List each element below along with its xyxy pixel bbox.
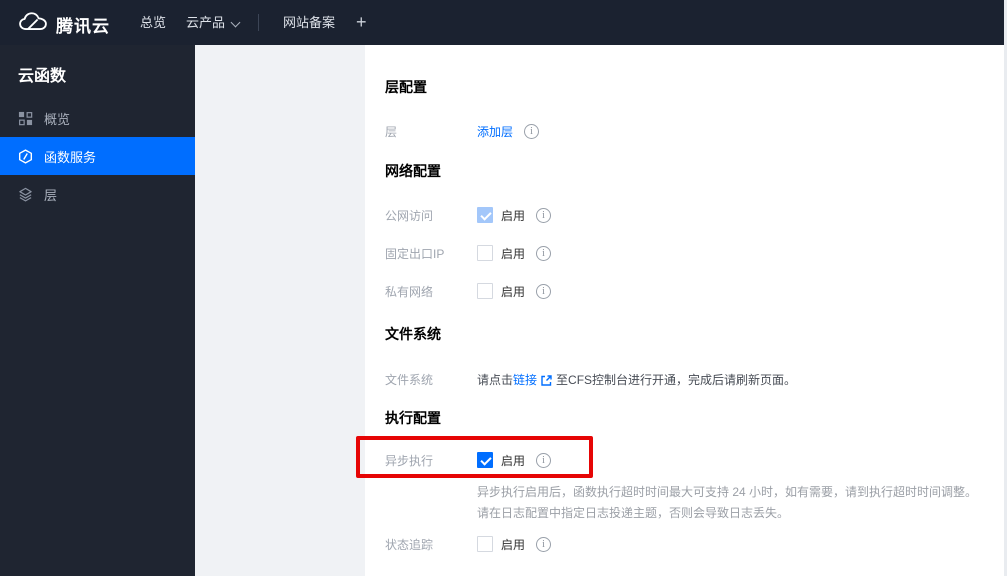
async-execution-checkbox[interactable] [477, 452, 493, 468]
tencent-cloud-logo-icon [19, 12, 47, 31]
sidebar-item-label: 层 [44, 187, 58, 203]
private-network-checkbox[interactable] [477, 283, 493, 299]
enable-label: 启用 [501, 208, 526, 223]
async-description-line1: 异步执行启用后，函数执行超时时间最大可支持 24 小时，如有需要，请到执行超时时… [477, 485, 978, 499]
enable-label: 启用 [501, 453, 526, 468]
sidebar: 云函数 概览 函数服务 层 [0, 45, 195, 576]
top-navigation-bar: 腾讯云 总览 云产品 网站备案 + [0, 0, 1007, 45]
async-execution-description: 异步执行启用后，函数执行超时时间最大可支持 24 小时，如有需要，请到执行超时时… [477, 482, 1002, 524]
info-icon[interactable]: i [536, 245, 552, 261]
section-title-execution-config: 执行配置 [385, 410, 441, 426]
nav-item-cloud-products-label: 云产品 [186, 15, 226, 30]
sidebar-item-function-service[interactable]: 函数服务 [0, 137, 195, 175]
function-icon [18, 148, 33, 164]
sidebar-item-label: 概览 [44, 111, 71, 127]
brand-name[interactable]: 腾讯云 [56, 12, 110, 37]
form-row-public-access: 公网访问 启用 i [385, 203, 552, 227]
nav-item-overview[interactable]: 总览 [140, 0, 166, 45]
add-layer-link[interactable]: 添加层 [477, 123, 513, 140]
field-label-file-system: 文件系统 [385, 372, 434, 387]
section-title-layer-config: 层配置 [385, 79, 427, 95]
fixed-egress-ip-checkbox[interactable] [477, 245, 493, 261]
form-row-layer: 层 添加层 i [385, 119, 540, 143]
async-description-line2: 请在日志配置中指定日志投递主题，否则会导致日志丢失。 [477, 506, 790, 520]
external-link-icon[interactable] [540, 374, 553, 387]
enable-label: 启用 [501, 246, 526, 261]
secondary-panel [195, 45, 365, 576]
field-label-fixed-egress-ip: 固定出口IP [385, 246, 445, 261]
info-icon[interactable]: i [536, 283, 552, 299]
layers-icon [19, 187, 32, 201]
sidebar-item-label: 函数服务 [44, 149, 97, 165]
field-label-layer: 层 [385, 124, 398, 139]
nav-item-cloud-products[interactable]: 云产品 [186, 0, 241, 45]
enable-label: 启用 [501, 537, 526, 552]
section-title-network-config: 网络配置 [385, 163, 441, 179]
chevron-down-icon [230, 17, 241, 28]
field-label-async-execution: 异步执行 [385, 453, 434, 468]
grid-icon [18, 111, 33, 125]
file-system-hint-prefix: 请点击 [477, 372, 514, 387]
enable-label: 启用 [501, 284, 526, 299]
form-row-status-tracking: 状态追踪 启用 i [385, 532, 552, 556]
info-icon[interactable]: i [524, 123, 540, 139]
cfs-console-link[interactable]: 链接 [513, 371, 537, 388]
info-icon[interactable]: i [536, 207, 552, 223]
form-row-async-execution: 异步执行 启用 i [385, 448, 552, 472]
nav-item-icp-filing[interactable]: 网站备案 [283, 0, 335, 45]
form-row-file-system: 文件系统 请点击 链接 至CFS控制台进行开通，完成后请刷新页面。 [385, 367, 796, 391]
sidebar-title: 云函数 [18, 68, 67, 85]
nav-divider [258, 14, 259, 31]
field-label-status-tracking: 状态追踪 [385, 537, 434, 552]
add-tab-button[interactable]: + [356, 0, 367, 45]
public-access-checkbox [477, 207, 493, 223]
sidebar-item-layers[interactable]: 层 [0, 175, 195, 213]
form-row-private-network: 私有网络 启用 i [385, 279, 552, 303]
sidebar-item-overview[interactable]: 概览 [0, 99, 195, 137]
section-title-file-system: 文件系统 [385, 326, 441, 342]
status-tracking-checkbox[interactable] [477, 536, 493, 552]
file-system-hint-suffix: 至CFS控制台进行开通，完成后请刷新页面。 [556, 372, 797, 387]
form-row-fixed-egress-ip: 固定出口IP 启用 i [385, 241, 552, 265]
info-icon[interactable]: i [536, 536, 552, 552]
field-label-private-network: 私有网络 [385, 284, 434, 299]
function-config-form: 层配置 层 添加层 i 网络配置 公网访问 启用 i 固定出口IP 启用 i 私… [365, 45, 1007, 576]
field-label-public-access: 公网访问 [385, 208, 434, 223]
info-icon[interactable]: i [536, 452, 552, 468]
